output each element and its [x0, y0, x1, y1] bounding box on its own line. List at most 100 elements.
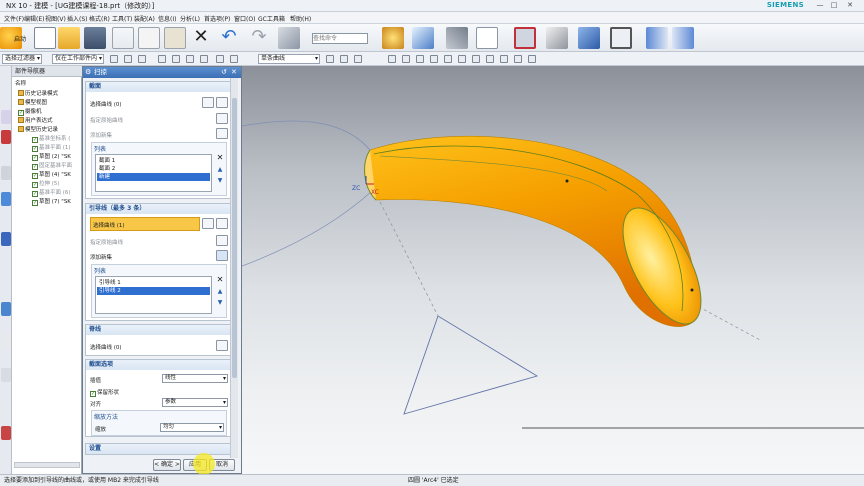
- section-deselect-icon[interactable]: [202, 97, 214, 108]
- snap-existing-icon[interactable]: [486, 55, 494, 63]
- shaded-edges-icon[interactable]: [546, 27, 568, 49]
- alignment-select[interactable]: 参数: [162, 398, 228, 407]
- checkbox-icon[interactable]: ✓: [18, 110, 24, 116]
- dialog-close-icon[interactable]: ✕: [231, 68, 237, 76]
- menu-file[interactable]: 文件(F): [4, 14, 24, 23]
- checkbox-icon[interactable]: ✓: [32, 137, 38, 143]
- spine-header[interactable]: 脊线: [86, 325, 230, 335]
- roles-icon[interactable]: [1, 426, 11, 440]
- curve-rule-select[interactable]: 单条曲线: [258, 54, 320, 64]
- assembly-nav-icon[interactable]: [1, 110, 11, 124]
- guide-add-set-icon[interactable]: [216, 250, 228, 261]
- navigator-row[interactable]: ✓ 固定基准平面: [12, 162, 82, 171]
- new-file-icon[interactable]: [34, 27, 56, 49]
- list-item[interactable]: 引导线 1: [97, 279, 210, 287]
- snap-end-icon[interactable]: [402, 55, 410, 63]
- model-canvas[interactable]: ZC XC: [242, 66, 864, 474]
- scaling-select[interactable]: 均匀: [160, 423, 224, 432]
- clip-view-icon[interactable]: [672, 27, 694, 49]
- menu-window[interactable]: 窗口(O): [234, 14, 255, 23]
- guide-deselect-icon[interactable]: [202, 218, 214, 229]
- redo-icon[interactable]: ↷: [248, 27, 270, 49]
- menu-view[interactable]: 视图(V): [45, 14, 66, 23]
- menu-gc-toolbox[interactable]: GC工具箱: [258, 14, 285, 23]
- section-move-up-icon[interactable]: ▲: [215, 166, 225, 175]
- dialog-scrollbar[interactable]: [230, 78, 238, 458]
- fit-view-icon[interactable]: [514, 27, 536, 49]
- manufacturing-wizard-icon[interactable]: [1, 404, 11, 418]
- isometric-cube-icon[interactable]: [578, 27, 600, 49]
- edge-rule-icon[interactable]: [200, 55, 208, 63]
- curve-rule-icon[interactable]: [158, 55, 166, 63]
- measure-icon[interactable]: [278, 27, 300, 49]
- preserve-shape-row[interactable]: ✓ 保留形状: [90, 388, 119, 397]
- delete-icon[interactable]: ✕: [190, 27, 212, 49]
- snap-control-icon[interactable]: [430, 55, 438, 63]
- menu-preferences[interactable]: 首选项(P): [204, 14, 230, 23]
- graphics-window[interactable]: ZC XC: [242, 66, 864, 474]
- preserve-shape-checkbox[interactable]: ✓: [90, 391, 96, 397]
- select-all-icon[interactable]: [124, 55, 132, 63]
- navigator-row[interactable]: ✓ 草图 (4) "SK: [12, 171, 82, 180]
- menu-assembly[interactable]: 装配(A): [134, 14, 155, 23]
- navigator-row[interactable]: 模型视图: [12, 99, 82, 108]
- navigator-row[interactable]: 用户表达式: [12, 117, 82, 126]
- dialog-gear-icon[interactable]: ⚙: [85, 68, 91, 76]
- section-reverse-icon[interactable]: [216, 113, 228, 124]
- hd3d-tools-icon[interactable]: [1, 192, 11, 206]
- navigator-hscroll[interactable]: [14, 462, 80, 468]
- background-icon[interactable]: [610, 27, 632, 49]
- snap-center-icon[interactable]: [458, 55, 466, 63]
- orient-view-icon[interactable]: [412, 27, 434, 49]
- follow-fillet-icon[interactable]: [340, 55, 348, 63]
- snap-on-curve-icon[interactable]: [500, 55, 508, 63]
- navigator-row[interactable]: ✓ 草图 (7) "SK: [12, 198, 82, 207]
- spine-curve-picker-icon[interactable]: [216, 340, 228, 351]
- guide-move-up-icon[interactable]: ▲: [215, 288, 225, 297]
- menu-insert[interactable]: 插入(S): [67, 14, 88, 23]
- ok-button[interactable]: < 确定 >: [153, 459, 181, 471]
- list-item[interactable]: 新建: [97, 173, 210, 181]
- ruler-icon[interactable]: [476, 27, 498, 49]
- interpolation-select[interactable]: 线性: [162, 374, 228, 383]
- save-icon[interactable]: [84, 27, 106, 49]
- snap-quadrant-icon[interactable]: [472, 55, 480, 63]
- checkbox-icon[interactable]: ✓: [32, 146, 38, 152]
- snap-bounded-icon[interactable]: [528, 55, 536, 63]
- checkbox-icon[interactable]: ✓: [32, 173, 38, 179]
- snap-point-icon[interactable]: [388, 55, 396, 63]
- menu-format[interactable]: 格式(R): [89, 14, 110, 23]
- system-materials-icon[interactable]: [1, 334, 11, 348]
- snap-midpoint-icon[interactable]: [230, 55, 238, 63]
- web-browser-icon[interactable]: [1, 232, 11, 246]
- navigator-row[interactable]: ✓ 基准坐标系 (: [12, 135, 82, 144]
- body-rule-icon[interactable]: [186, 55, 194, 63]
- face-rule-icon[interactable]: [172, 55, 180, 63]
- menu-edit[interactable]: 编辑(E): [24, 14, 44, 23]
- history-icon[interactable]: [1, 302, 11, 316]
- section-header[interactable]: 截面: [86, 82, 230, 92]
- process-studio-icon[interactable]: [1, 368, 11, 382]
- dialog-reset-icon[interactable]: ↺: [221, 68, 227, 76]
- menu-tools[interactable]: 工具(T): [112, 14, 132, 23]
- guide-select-field[interactable]: 选择曲线 (1): [90, 217, 200, 231]
- snap-on-face-icon[interactable]: [514, 55, 522, 63]
- paste-icon[interactable]: [164, 27, 186, 49]
- section-remove-icon[interactable]: ✕: [215, 154, 225, 163]
- section-move-down-icon[interactable]: ▼: [215, 177, 225, 186]
- section-curve-picker-icon[interactable]: [216, 97, 228, 108]
- navigator-row[interactable]: ✓ 拉伸 (5): [12, 180, 82, 189]
- section-view-icon[interactable]: [646, 27, 668, 49]
- section-options-header[interactable]: 截面选项: [86, 360, 230, 370]
- checkbox-icon[interactable]: ✓: [32, 155, 38, 161]
- command-search-input[interactable]: [312, 33, 368, 44]
- selection-scope-select[interactable]: 仅在工作部件内: [52, 54, 104, 64]
- snap-endpoint-icon[interactable]: [216, 55, 224, 63]
- snap-icon[interactable]: [446, 27, 468, 49]
- cut-icon[interactable]: [112, 27, 134, 49]
- reuse-library-icon[interactable]: [1, 166, 11, 180]
- checkbox-icon[interactable]: ✓: [32, 200, 38, 206]
- open-folder-icon[interactable]: [58, 27, 80, 49]
- checkbox-icon[interactable]: ✓: [32, 182, 38, 188]
- copy-icon[interactable]: [138, 27, 160, 49]
